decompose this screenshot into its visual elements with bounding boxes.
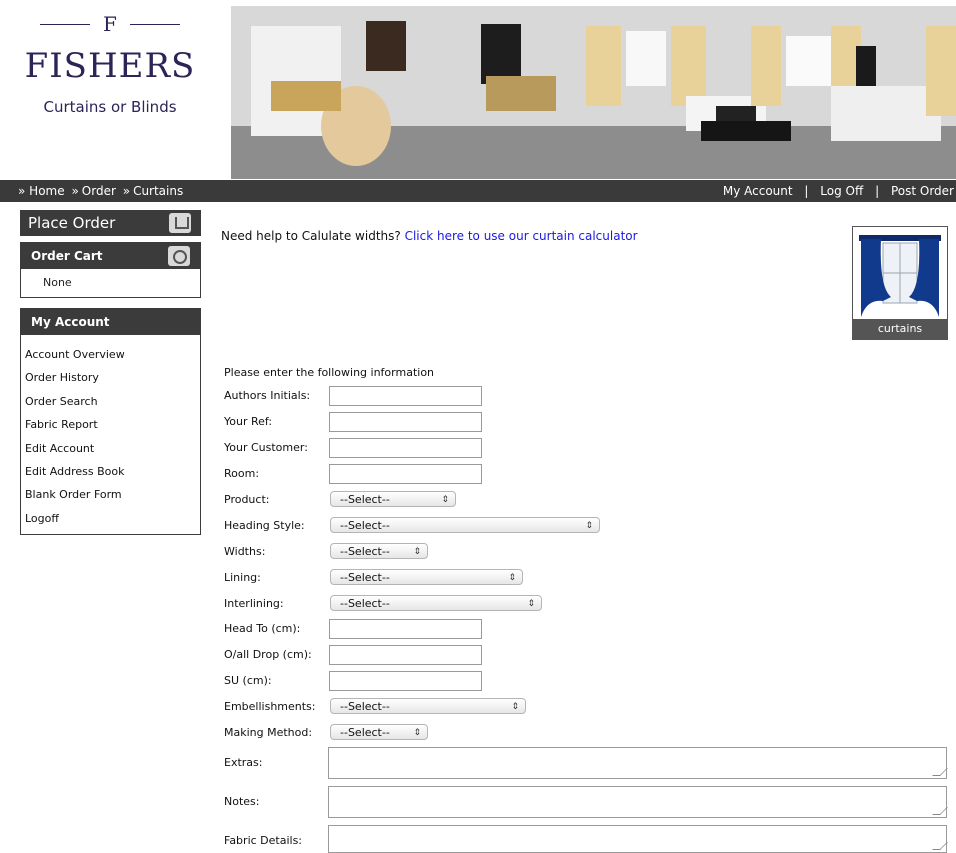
interlining-selected: --Select-- — [340, 597, 390, 610]
widths-label: Widths: — [224, 545, 266, 558]
order-cart-header[interactable]: Order Cart — [21, 243, 200, 269]
select-arrows-icon: ⇕ — [413, 547, 421, 557]
heading-style-selected: --Select-- — [340, 519, 390, 532]
your-ref-input[interactable] — [329, 412, 482, 432]
your-ref-label: Your Ref: — [224, 415, 273, 428]
lining-label: Lining: — [224, 571, 261, 584]
log-off-link[interactable]: Log Off — [820, 184, 863, 198]
extras-textarea[interactable] — [328, 747, 947, 779]
form-intro: Please enter the following information — [224, 366, 435, 379]
interlining-select[interactable]: --Select-- ⇕ — [330, 595, 542, 611]
account-menu-item-edit-address-book[interactable]: Edit Address Book — [25, 460, 200, 483]
post-order-link[interactable]: Post Order — [891, 184, 954, 198]
breadcrumb: » Home » Order » Curtains — [18, 180, 183, 202]
logo-tagline: Curtains or Blinds — [43, 98, 177, 116]
notes-textarea[interactable] — [328, 786, 947, 818]
making-method-selected: --Select-- — [340, 726, 390, 739]
your-customer-input[interactable] — [329, 438, 482, 458]
sidebar: Place Order Order Cart None My Account A… — [20, 210, 201, 536]
head-to-label: Head To (cm): — [224, 622, 301, 635]
width-help-text: Need help to Calulate widths? Click here… — [221, 229, 638, 243]
place-order-button[interactable]: Place Order — [20, 210, 201, 236]
header-banner-image — [231, 6, 956, 179]
breadcrumb-curtains[interactable]: Curtains — [133, 184, 183, 198]
widths-select[interactable]: --Select-- ⇕ — [330, 543, 428, 559]
breadcrumb-separator: » — [71, 184, 79, 198]
embellishments-label: Embellishments: — [224, 700, 316, 713]
cart-magnifier-icon — [168, 246, 190, 266]
lining-select[interactable]: --Select-- ⇕ — [330, 569, 523, 585]
link-divider: | — [804, 184, 809, 198]
su-input[interactable] — [329, 671, 482, 691]
select-arrows-icon: ⇕ — [527, 599, 535, 609]
account-menu-item-blank-order-form[interactable]: Blank Order Form — [25, 483, 200, 506]
order-cart-content: None — [43, 276, 72, 289]
account-links: My Account | Log Off | Post Order — [723, 180, 954, 202]
site-logo[interactable]: F FISHERS Curtains or Blinds — [0, 0, 230, 180]
curtains-caption: curtains — [853, 319, 947, 339]
select-arrows-icon: ⇕ — [511, 702, 519, 712]
order-cart-title: Order Cart — [31, 249, 103, 263]
breadcrumb-separator: » — [122, 184, 131, 198]
account-menu-item-order-history[interactable]: Order History — [25, 366, 200, 389]
nav-bar: » Home » Order » Curtains My Account | Log… — [0, 180, 956, 202]
account-menu-item-logoff[interactable]: Logoff — [25, 507, 200, 530]
link-divider: | — [875, 184, 880, 198]
embellishments-selected: --Select-- — [340, 700, 390, 713]
notes-label: Notes: — [224, 795, 260, 808]
select-arrows-icon: ⇕ — [585, 521, 593, 531]
logo-name: FISHERS — [24, 46, 196, 86]
su-label: SU (cm): — [224, 674, 272, 687]
account-menu-item-order-search[interactable]: Order Search — [25, 390, 200, 413]
head-to-input[interactable] — [329, 619, 482, 639]
breadcrumb-home[interactable]: Home — [29, 184, 64, 198]
interlining-label: Interlining: — [224, 597, 284, 610]
breadcrumb-separator: » — [18, 184, 26, 198]
lining-selected: --Select-- — [340, 571, 390, 584]
product-label: Product: — [224, 493, 270, 506]
curtain-calculator-link[interactable]: Click here to use our curtain calculator — [405, 229, 638, 243]
my-account-panel: My Account Account Overview Order Histor… — [20, 308, 201, 536]
curtains-thumbnail[interactable]: curtains — [852, 226, 948, 340]
making-method-select[interactable]: --Select-- ⇕ — [330, 724, 428, 740]
authors-initials-input[interactable] — [329, 386, 482, 406]
my-account-link[interactable]: My Account — [723, 184, 793, 198]
overall-drop-label: O/all Drop (cm): — [224, 648, 312, 661]
overall-drop-input[interactable] — [329, 645, 482, 665]
product-selected: --Select-- — [340, 493, 390, 506]
breadcrumb-order[interactable]: Order — [82, 184, 116, 198]
authors-initials-label: Authors Initials: — [224, 389, 311, 402]
room-label: Room: — [224, 467, 260, 480]
embellishments-select[interactable]: --Select-- ⇕ — [330, 698, 526, 714]
widths-selected: --Select-- — [340, 545, 390, 558]
extras-label: Extras: — [224, 756, 263, 769]
curtain-image — [853, 227, 947, 319]
select-arrows-icon: ⇕ — [441, 495, 449, 505]
my-account-header: My Account — [21, 309, 200, 335]
product-select[interactable]: --Select-- ⇕ — [330, 491, 456, 507]
help-text: Need help to Calulate widths? — [221, 229, 405, 243]
logo-monogram: F — [40, 12, 180, 36]
heading-style-label: Heading Style: — [224, 519, 305, 532]
making-method-label: Making Method: — [224, 726, 313, 739]
fabric-details-textarea[interactable] — [328, 825, 947, 853]
select-arrows-icon: ⇕ — [508, 573, 516, 583]
room-input[interactable] — [329, 464, 482, 484]
order-form-icon — [169, 213, 191, 233]
account-menu-item-edit-account[interactable]: Edit Account — [25, 437, 200, 460]
place-order-label: Place Order — [28, 214, 116, 232]
account-menu-item-fabric-report[interactable]: Fabric Report — [25, 413, 200, 436]
order-cart-panel: Order Cart None — [20, 242, 201, 298]
account-menu: Account Overview Order History Order Sea… — [21, 335, 200, 534]
account-menu-item-overview[interactable]: Account Overview — [25, 343, 200, 366]
select-arrows-icon: ⇕ — [413, 728, 421, 738]
your-customer-label: Your Customer: — [224, 441, 308, 454]
fabric-details-label: Fabric Details: — [224, 834, 303, 847]
heading-style-select[interactable]: --Select-- ⇕ — [330, 517, 600, 533]
